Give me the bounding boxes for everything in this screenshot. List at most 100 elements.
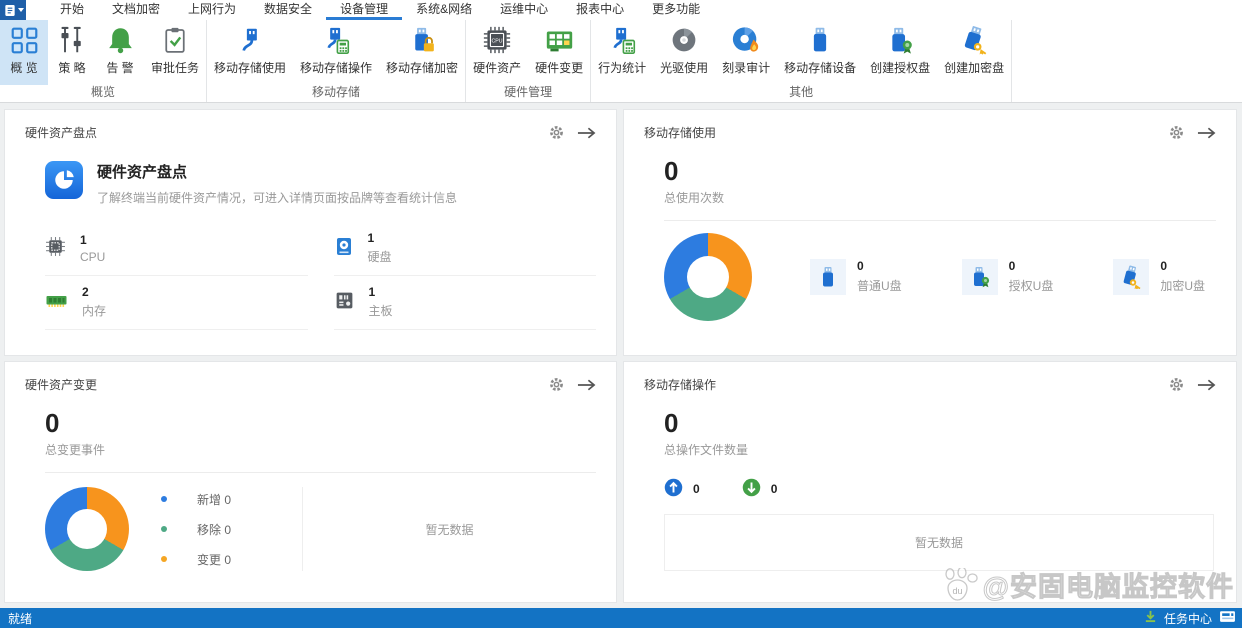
task-center-button[interactable]: 任务中心 xyxy=(1164,610,1212,627)
card-title: 移动存储操作 xyxy=(644,376,716,393)
ribbon-group-other: 行为统计 光驱使用 刻录审计 移动存储设备 创建授权盘 xyxy=(591,20,1012,102)
ribbon-item-create-authorized-disk[interactable]: 创建授权盘 xyxy=(863,20,937,85)
upload-circle-icon xyxy=(664,478,683,500)
stat-value: 1 xyxy=(369,285,393,299)
menu-tab-ops-center[interactable]: 运维中心 xyxy=(486,0,562,20)
empty-data-box: 暂无数据 xyxy=(664,514,1214,571)
disc-burn-icon xyxy=(731,24,761,56)
arrow-right-icon[interactable] xyxy=(1197,126,1216,140)
chevron-down-icon xyxy=(18,8,24,12)
ribbon-item-policy[interactable]: 策 略 xyxy=(48,20,96,85)
dashboard-content: 硬件资产盘点 硬件资产盘点 了解终端当前硬件资产情况，可进入详情页面按品牌等查看… xyxy=(0,103,1242,608)
usb-calculator-icon xyxy=(608,24,637,56)
total-value: 0 xyxy=(664,409,1216,437)
menu-tab-report-center[interactable]: 报表中心 xyxy=(562,0,638,20)
ribbon-item-optical-usage[interactable]: 光驱使用 xyxy=(653,20,715,85)
ribbon-item-label: 移动存储设备 xyxy=(784,59,856,76)
empty-data-text: 暂无数据 xyxy=(303,521,596,538)
arrow-right-icon[interactable] xyxy=(577,126,596,140)
legend-dot-blue xyxy=(161,496,167,502)
ribbon-item-label: 创建授权盘 xyxy=(870,59,930,76)
app-menu-icon xyxy=(3,3,17,18)
stat-value: 0 xyxy=(857,259,902,273)
gear-icon[interactable] xyxy=(1168,376,1185,393)
ribbon-group-hardware: CPU 硬件资产 硬件变更 硬件管理 xyxy=(466,20,591,102)
ribbon-item-label: 概 览 xyxy=(10,59,37,76)
stat-label: 授权U盘 xyxy=(1009,277,1054,294)
usb-badge-icon xyxy=(962,259,998,295)
ribbon-group-label: 硬件管理 xyxy=(466,85,590,102)
stat-authorized-usb: 0 授权U盘 xyxy=(962,259,1054,295)
app-menu-button[interactable] xyxy=(0,0,26,20)
menu-tab-start[interactable]: 开始 xyxy=(46,0,98,20)
ribbon-group-removable-storage: 移动存储使用 移动存储操作 移动存储加密 移动存储 xyxy=(207,20,466,102)
menu-tab-system-network[interactable]: 系统&网络 xyxy=(402,0,486,20)
ribbon-item-behavior-stats[interactable]: 行为统计 xyxy=(591,20,653,85)
usb-cable-icon xyxy=(236,24,265,56)
divider xyxy=(664,220,1216,221)
ribbon-item-label: 审批任务 xyxy=(151,59,199,76)
sliders-icon xyxy=(58,24,86,56)
disc-icon xyxy=(670,24,698,56)
ribbon-group-label: 其他 xyxy=(591,85,1011,102)
grid-icon xyxy=(10,24,39,56)
ribbon-item-hardware-change[interactable]: 硬件变更 xyxy=(528,20,590,85)
ribbon-item-label: 策 略 xyxy=(58,59,85,76)
ram-icon xyxy=(45,291,68,314)
stat-label: 加密U盘 xyxy=(1160,277,1205,294)
stat-label: 硬盘 xyxy=(368,248,392,265)
usb-plain-icon xyxy=(810,259,846,295)
arrow-right-icon[interactable] xyxy=(577,378,596,392)
ribbon-item-overview[interactable]: 概 览 xyxy=(0,20,48,85)
card-title: 硬件资产变更 xyxy=(25,376,97,393)
card-title: 移动存储使用 xyxy=(644,124,716,141)
stat-label: CPU xyxy=(80,250,105,264)
gear-icon[interactable] xyxy=(548,376,565,393)
ribbon-toolbar: 概 览 策 略 告 警 审批任务 概览 xyxy=(0,20,1242,103)
stat-value: 0 xyxy=(1009,259,1054,273)
ribbon-item-burn-audit[interactable]: 刻录审计 xyxy=(715,20,777,85)
ribbon-item-storage-device[interactable]: 移动存储设备 xyxy=(777,20,863,85)
ribbon-item-hardware-asset[interactable]: CPU 硬件资产 xyxy=(466,20,528,85)
menu-tab-data-security[interactable]: 数据安全 xyxy=(250,0,326,20)
arrow-right-icon[interactable] xyxy=(1197,378,1216,392)
ribbon-item-label: 移动存储操作 xyxy=(300,59,372,76)
menu-tab-more[interactable]: 更多功能 xyxy=(638,0,714,20)
tray-monitor-icon[interactable] xyxy=(1219,610,1236,626)
ribbon-item-approval-tasks[interactable]: 审批任务 xyxy=(144,20,206,85)
svg-text:CPU: CPU xyxy=(492,38,503,44)
usage-donut-chart xyxy=(664,233,752,321)
total-label: 总变更事件 xyxy=(45,441,596,458)
ribbon-item-alert[interactable]: 告 警 xyxy=(96,20,144,85)
legend-item-changed: 变更 0 xyxy=(161,551,292,568)
change-donut-chart xyxy=(45,487,129,571)
clipboard-check-icon xyxy=(161,24,189,56)
total-label: 总使用次数 xyxy=(664,189,1216,206)
menu-tab-doc-encryption[interactable]: 文档加密 xyxy=(98,0,174,20)
ribbon-group-overview: 概 览 策 略 告 警 审批任务 概览 xyxy=(0,20,207,102)
ribbon-item-storage-encryption[interactable]: 移动存储加密 xyxy=(379,20,465,85)
card-title: 硬件资产盘点 xyxy=(25,124,97,141)
ribbon-item-label: 硬件变更 xyxy=(535,59,583,76)
divider xyxy=(45,472,596,473)
ribbon-item-storage-operation[interactable]: 移动存储操作 xyxy=(293,20,379,85)
ribbon-item-storage-usage[interactable]: 移动存储使用 xyxy=(207,20,293,85)
download-circle-icon xyxy=(742,478,761,500)
chart-legend: 新增 0 移除 0 变更 0 xyxy=(161,487,303,571)
menu-tab-internet-behavior[interactable]: 上网行为 xyxy=(174,0,250,20)
hardware-stats: 1 CPU 1 硬盘 2 xyxy=(45,222,596,330)
menubar: 开始 文档加密 上网行为 数据安全 设备管理 系统&网络 运维中心 报表中心 更… xyxy=(0,0,1242,20)
pie-app-icon xyxy=(45,161,83,202)
stat-motherboard: 1 主板 xyxy=(334,276,597,330)
gear-icon[interactable] xyxy=(1168,124,1185,141)
stat-disk: 1 硬盘 xyxy=(334,222,597,276)
stat-plain-usb: 0 普通U盘 xyxy=(810,259,902,295)
menu-tab-device-management[interactable]: 设备管理 xyxy=(326,0,402,20)
total-label: 总操作文件数量 xyxy=(664,441,1216,458)
card-storage-usage: 移动存储使用 0 总使用次数 0 xyxy=(623,109,1237,356)
stat-value: 2 xyxy=(82,285,106,299)
gear-icon[interactable] xyxy=(548,124,565,141)
legend-dot-green xyxy=(161,526,167,532)
feature-title: 硬件资产盘点 xyxy=(97,161,457,182)
ribbon-item-create-encrypted-disk[interactable]: 创建加密盘 xyxy=(937,20,1011,85)
